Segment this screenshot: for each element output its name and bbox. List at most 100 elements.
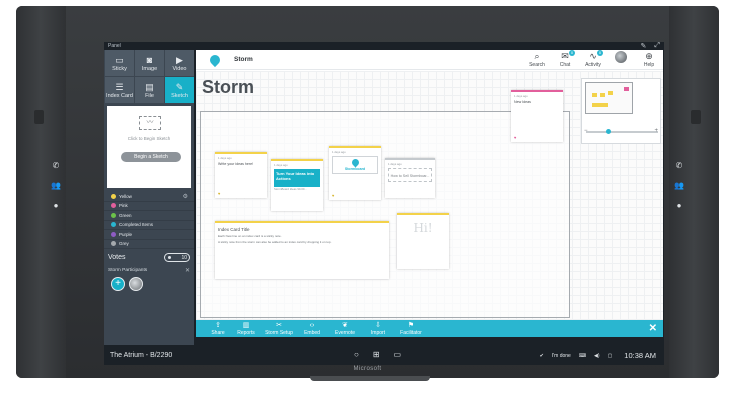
- activity-button[interactable]: ∿ 0 Activity: [583, 50, 603, 68]
- minimap-viewport[interactable]: [585, 82, 633, 114]
- reports-icon: ▥: [242, 321, 250, 329]
- color-item-grey[interactable]: Grey: [104, 240, 194, 249]
- tool-grid: ▭ Sticky ◙ Image ▶ Video ☰ Index Card ▤ File …: [104, 50, 194, 103]
- screen: Panel ✎ ⤢ ▭ Sticky ◙ Image ▶ Video ☰ Index C…: [104, 42, 664, 365]
- import-button[interactable]: ⇩ Import: [364, 322, 392, 336]
- people-icon[interactable]: 👥: [51, 182, 61, 190]
- activity-icon: ∿: [589, 51, 597, 61]
- embed-button[interactable]: ‹› Embed: [298, 322, 326, 336]
- begin-sketch-button[interactable]: Begin a Sketch: [121, 152, 181, 162]
- tool-file[interactable]: ▤ File: [135, 77, 164, 103]
- tool-image[interactable]: ◙ Image: [135, 50, 164, 76]
- notification-icon[interactable]: ▢: [608, 353, 613, 359]
- tool-video[interactable]: ▶ Video: [165, 50, 194, 76]
- color-item-green[interactable]: Green: [104, 211, 194, 221]
- minimap[interactable]: − +: [581, 78, 661, 144]
- settings-icon[interactable]: ⚙: [183, 193, 188, 200]
- user-menu[interactable]: [611, 51, 631, 68]
- color-item-purple[interactable]: Purple: [104, 230, 194, 240]
- sketch-area[interactable]: 〰 Click to Begin Sketch Begin a Sketch: [107, 106, 191, 188]
- clock: 10:38 AM: [624, 351, 656, 360]
- sticky-icon: ▭: [115, 54, 124, 65]
- check-icon: ✔: [539, 352, 544, 359]
- vote-icon[interactable]: ♥: [332, 193, 334, 198]
- phone-icon[interactable]: ✆: [53, 162, 60, 170]
- evernote-button[interactable]: ❦ Evernote: [326, 322, 364, 336]
- share-button[interactable]: ⇪ Share: [204, 322, 232, 336]
- windows-icon[interactable]: ⊞: [373, 350, 380, 359]
- evernote-icon: ❦: [342, 321, 348, 329]
- color-item-pink[interactable]: Pink: [104, 202, 194, 211]
- file-note[interactable]: 1 days ago How to Sell Stormboar...: [385, 158, 435, 198]
- zoom-slider-knob[interactable]: [606, 129, 611, 134]
- reports-button[interactable]: ▥ Reports: [232, 322, 260, 336]
- edit-icon[interactable]: ✎: [641, 42, 647, 50]
- volume-icon[interactable]: ◀): [594, 353, 600, 359]
- phone-icon[interactable]: ✆: [676, 162, 683, 170]
- color-dot: [111, 231, 116, 237]
- vote-icon[interactable]: ♥: [514, 135, 516, 140]
- index-card[interactable]: Index Card Title Each New line on an ind…: [215, 221, 389, 279]
- activity-badge: 0: [597, 50, 603, 56]
- chat-icon: ✉: [561, 51, 569, 61]
- keyboard-icon[interactable]: ⌨: [579, 353, 586, 359]
- board-name: Storm: [234, 56, 253, 63]
- color-legend: Yellow ⚙ Pink Green Completed Items Purpl…: [104, 192, 194, 249]
- speaker-grille: [691, 110, 701, 124]
- minimap-note: [592, 103, 608, 107]
- participant-avatar[interactable]: [129, 277, 143, 291]
- color-item-yellow[interactable]: Yellow ⚙: [104, 192, 194, 202]
- zoom-in-icon[interactable]: +: [654, 128, 658, 134]
- sketch-icon: ✎: [175, 81, 184, 92]
- close-participants-icon[interactable]: ✕: [185, 267, 190, 274]
- im-done-button[interactable]: I'm done: [552, 353, 571, 359]
- stormboard-image: Stormboard: [332, 156, 378, 174]
- help-icon: ⊕: [645, 51, 653, 61]
- add-participant-button[interactable]: +: [111, 277, 125, 291]
- sketch-hint: Click to Begin Sketch: [127, 136, 171, 141]
- panel-title: Panel: [108, 43, 121, 49]
- home-icon[interactable]: ○: [354, 350, 359, 359]
- sticky-note[interactable]: 1 days ago Write your ideas here! ♥: [215, 152, 267, 198]
- zoom-slider[interactable]: [586, 129, 658, 134]
- sketch-pen-icon: 〰: [139, 116, 161, 130]
- votes-label: Votes: [108, 254, 126, 261]
- color-dot: [111, 212, 116, 218]
- taskbar: The Atrium - B/2290 ○ ⊞ ▭ ✔ I'm done ⌨ ◀…: [104, 345, 664, 365]
- bottom-toolbar: ⇪ Share ▥ Reports ✂ Storm Setup ‹› Embed ❦ Ev…: [196, 320, 663, 337]
- facilitator-button[interactable]: ⚑ Facilitator: [392, 322, 430, 336]
- vote-icon[interactable]: ♥: [218, 191, 220, 196]
- user-avatar-icon: [615, 51, 627, 63]
- color-item-completed[interactable]: Completed Items: [104, 221, 194, 230]
- setup-icon: ✂: [276, 321, 282, 329]
- tool-index-card[interactable]: ☰ Index Card: [105, 77, 134, 103]
- tool-sticky[interactable]: ▭ Sticky: [105, 50, 134, 76]
- video-icon: ▶: [176, 54, 183, 65]
- board-section: 1 days ago Write your ideas here! ♥ 1 da…: [200, 90, 570, 318]
- expand-icon[interactable]: ⤢: [654, 42, 660, 50]
- facilitator-icon: ⚑: [407, 321, 415, 329]
- search-button[interactable]: ⌕ Search: [527, 51, 547, 68]
- speaker-grille: [34, 110, 44, 124]
- import-icon: ⇩: [375, 321, 381, 329]
- sketch-note[interactable]: Hi!: [397, 213, 449, 269]
- minimap-note: [624, 87, 629, 91]
- storm-title: Storm: [202, 77, 255, 97]
- chat-button[interactable]: ✉ 0 Chat: [555, 50, 575, 68]
- logo-note[interactable]: 1 days ago Stormboard ♥: [329, 146, 381, 200]
- chat-bubble-icon[interactable]: ●: [677, 202, 682, 210]
- people-icon[interactable]: 👥: [674, 182, 684, 190]
- pink-sticky-note[interactable]: 1 days ago New Ideas ♥: [511, 90, 563, 142]
- task-view-icon[interactable]: ▭: [394, 350, 402, 359]
- tool-sketch[interactable]: ✎ Sketch: [165, 77, 194, 103]
- room-name: The Atrium - B/2290: [110, 351, 173, 359]
- chat-bubble-icon[interactable]: ●: [54, 202, 59, 210]
- file-icon: ▤: [145, 81, 154, 92]
- storm-canvas[interactable]: Storm 1 days ago Write your ideas here! …: [196, 71, 663, 320]
- stormboard-logo-icon: [207, 52, 223, 67]
- help-button[interactable]: ⊕ Help: [639, 51, 659, 68]
- votes-toggle[interactable]: 10: [164, 253, 190, 262]
- close-toolbar-icon[interactable]: ✕: [649, 323, 657, 334]
- image-note[interactable]: 1 days ago Turn Your Ideas into Actions …: [271, 159, 323, 211]
- storm-setup-button[interactable]: ✂ Storm Setup: [260, 322, 298, 336]
